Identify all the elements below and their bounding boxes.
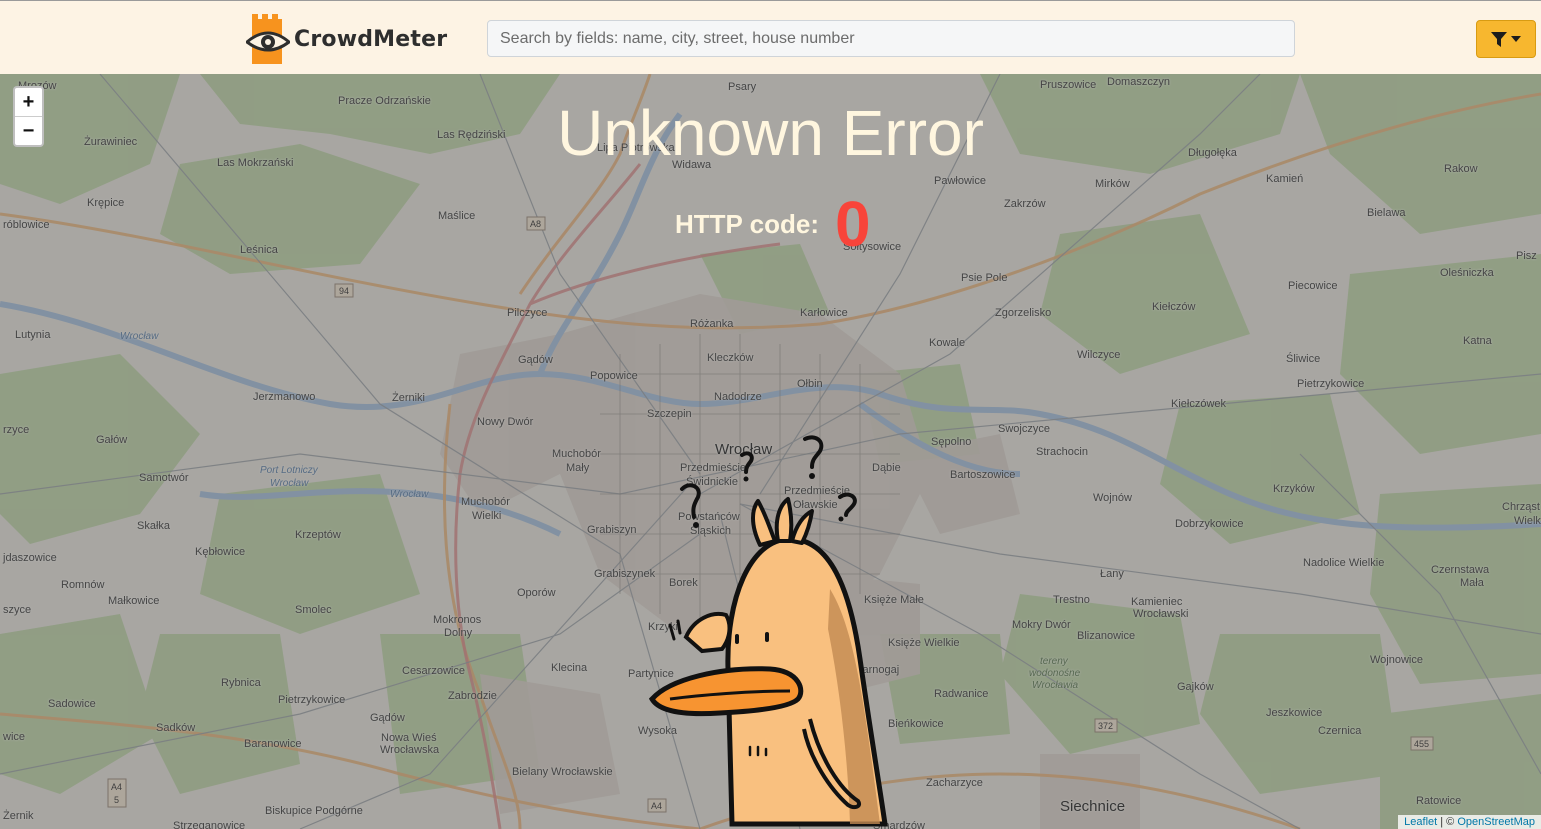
- leaflet-link[interactable]: Leaflet: [1404, 816, 1437, 828]
- confused-duck-illustration: [648, 435, 888, 827]
- http-code-value: 0: [834, 188, 871, 260]
- caret-down-icon: [1511, 36, 1521, 42]
- filter-dropdown-button[interactable]: [1476, 20, 1536, 58]
- filter-icon: [1491, 31, 1507, 47]
- osm-link[interactable]: OpenStreetMap: [1457, 816, 1535, 828]
- http-code-label: HTTP code:: [675, 208, 819, 239]
- tower-eye-icon: [246, 14, 290, 64]
- brand-logo-link[interactable]: CrowdMeter: [246, 14, 447, 64]
- search-input[interactable]: [487, 20, 1295, 57]
- map-attribution: Leaflet | © OpenStreetMap: [1398, 815, 1541, 829]
- http-code-row: HTTP code: 0: [675, 192, 871, 256]
- error-title: Unknown Error: [557, 97, 984, 169]
- map-container[interactable]: A8 94 A45 A4 372 455 MrozówPracze Odrzań…: [0, 74, 1541, 829]
- brand-name: CrowdMeter: [294, 26, 448, 52]
- attribution-separator: | ©: [1437, 816, 1458, 828]
- top-navbar: CrowdMeter: [0, 0, 1541, 74]
